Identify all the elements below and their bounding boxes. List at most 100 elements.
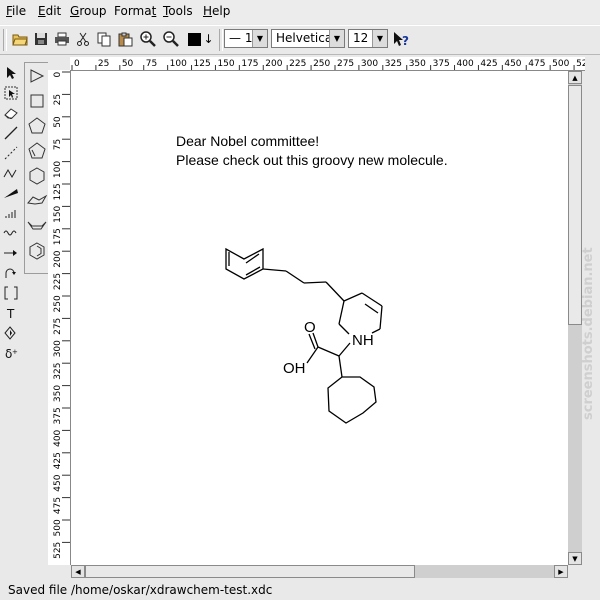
vertical-ruler: 0 25 50 75 100 125 150 175 200 225 250 275 300 325 350…	[48, 70, 71, 565]
n-bond	[338, 342, 351, 357]
menu-bar: File Edit Group Format Tools Help	[0, 0, 600, 24]
status-text: Saved file /home/oskar/xdrawchem-test.xd…	[8, 583, 273, 597]
ruler-label: 325	[53, 363, 63, 380]
ruler-label: 125	[53, 183, 63, 200]
ring-bond	[364, 303, 379, 314]
menu-format-label: Forma	[114, 4, 152, 18]
cyclohexyl-bond	[338, 355, 343, 378]
symbol-tool-icon[interactable]	[2, 324, 20, 342]
wavy-bond-icon[interactable]	[2, 224, 20, 242]
ruler-label: 300	[361, 59, 378, 69]
eraser-icon[interactable]	[2, 104, 20, 122]
ring-bond	[338, 300, 345, 325]
color-swatch[interactable]: ↓	[186, 29, 216, 49]
line-width-prefix: —	[229, 31, 241, 45]
zoom-out-icon[interactable]	[161, 29, 181, 49]
chain-icon[interactable]	[2, 164, 20, 182]
ruler-label: 350	[53, 385, 63, 402]
chevron-down-icon[interactable]: ▼	[329, 30, 344, 47]
ruler-label: 500	[53, 519, 63, 536]
menu-edit[interactable]: Edit	[38, 4, 61, 18]
toolbar-grip	[3, 29, 7, 51]
ruler-label: 300	[53, 340, 63, 357]
ruler-label: 25	[98, 59, 109, 69]
text-tool-icon[interactable]: T	[2, 304, 20, 322]
phenyl-ring	[225, 247, 264, 280]
scroll-up-icon[interactable]: ▲	[568, 71, 582, 84]
hashed-wedge-icon[interactable]	[2, 204, 20, 222]
whats-this-icon[interactable]: ?	[391, 29, 411, 49]
benzene-ring-icon[interactable]	[27, 241, 47, 261]
hydroxyl-bond	[306, 346, 319, 364]
hexagon-ring-icon[interactable]	[27, 166, 47, 186]
ruler-label: 475	[53, 497, 63, 514]
ruler-label: 525	[576, 59, 585, 69]
select-arrow-icon[interactable]	[2, 64, 20, 82]
aromatic-pentagon-icon[interactable]	[27, 141, 47, 161]
cut-icon[interactable]	[73, 29, 93, 49]
chair-ring-icon[interactable]	[27, 191, 47, 211]
copy-icon[interactable]	[94, 29, 114, 49]
oxygen-label: O	[304, 319, 316, 336]
nh-label: NH	[352, 332, 374, 349]
ring-palette	[24, 62, 50, 274]
menu-group-mnemonic: G	[70, 4, 80, 18]
ring-bond	[343, 292, 363, 302]
save-icon[interactable]	[31, 29, 51, 49]
ring-bond	[379, 305, 383, 330]
chevron-down-icon[interactable]: ▼	[252, 30, 267, 47]
toolbar-separator	[219, 29, 223, 51]
ruler-label: 450	[504, 59, 521, 69]
font-combo[interactable]: Helvetica ▼	[271, 29, 345, 48]
chevron-down-icon[interactable]: ▼	[372, 30, 387, 47]
svg-text:+: +	[12, 348, 18, 356]
ruler-label: 225	[289, 59, 306, 69]
zoom-in-icon[interactable]	[138, 29, 158, 49]
menu-file[interactable]: File	[6, 4, 26, 18]
boat-ring-icon[interactable]	[27, 216, 47, 236]
menu-group[interactable]: Group	[70, 4, 107, 18]
lasso-select-icon[interactable]	[2, 84, 20, 102]
pentagon-ring-icon[interactable]	[27, 116, 47, 136]
ruler-label: 75	[146, 59, 157, 69]
ruler-label: 400	[53, 429, 63, 446]
open-icon[interactable]	[10, 29, 30, 49]
delta-symbol-icon[interactable]: δ +	[2, 344, 20, 362]
bracket-icon[interactable]	[2, 284, 20, 302]
menu-tools[interactable]: Tools	[163, 4, 193, 18]
ruler-label: 250	[313, 59, 330, 69]
ruler-label: 0	[53, 72, 63, 78]
molecule-drawing[interactable]: NH O OH	[71, 71, 568, 565]
curved-arrow-icon[interactable]	[2, 264, 20, 282]
ruler-label: 175	[241, 59, 258, 69]
scroll-down-icon[interactable]: ▼	[568, 552, 582, 565]
ruler-label: 275	[337, 59, 354, 69]
single-bond-icon[interactable]	[2, 124, 20, 142]
triangle-ring-icon[interactable]	[27, 66, 47, 86]
drawing-canvas[interactable]: Dear Nobel committee! Please check out t…	[71, 71, 568, 565]
ruler-label: 525	[53, 542, 63, 559]
line-width-combo[interactable]: — 1 ▼	[224, 29, 268, 48]
menu-format[interactable]: Format	[114, 4, 156, 18]
ruler-label: 175	[53, 228, 63, 245]
scroll-right-icon[interactable]: ▶	[554, 565, 568, 578]
ruler-label: 25	[53, 94, 63, 105]
ruler-label: 50	[53, 116, 63, 128]
horizontal-scrollbar[interactable]: ◀ ▶	[71, 565, 568, 578]
ruler-label: 75	[53, 139, 63, 150]
scroll-left-icon[interactable]: ◀	[71, 565, 85, 578]
menu-edit-mnemonic: E	[38, 4, 46, 18]
square-ring-icon[interactable]	[27, 91, 47, 111]
tool-palette: T δ +	[0, 58, 22, 370]
ruler-label: 225	[53, 273, 63, 290]
dashed-bond-icon[interactable]	[2, 144, 20, 162]
arrow-tool-icon[interactable]	[2, 244, 20, 262]
ruler-label: 425	[53, 452, 63, 469]
horizontal-scroll-thumb[interactable]	[85, 565, 415, 578]
print-icon[interactable]	[52, 29, 72, 49]
menu-help[interactable]: Help	[203, 4, 230, 18]
font-size-combo[interactable]: 12 ▼	[348, 29, 388, 48]
chain-bond	[262, 268, 287, 272]
wedge-bond-icon[interactable]	[2, 184, 20, 202]
paste-icon[interactable]	[115, 29, 135, 49]
